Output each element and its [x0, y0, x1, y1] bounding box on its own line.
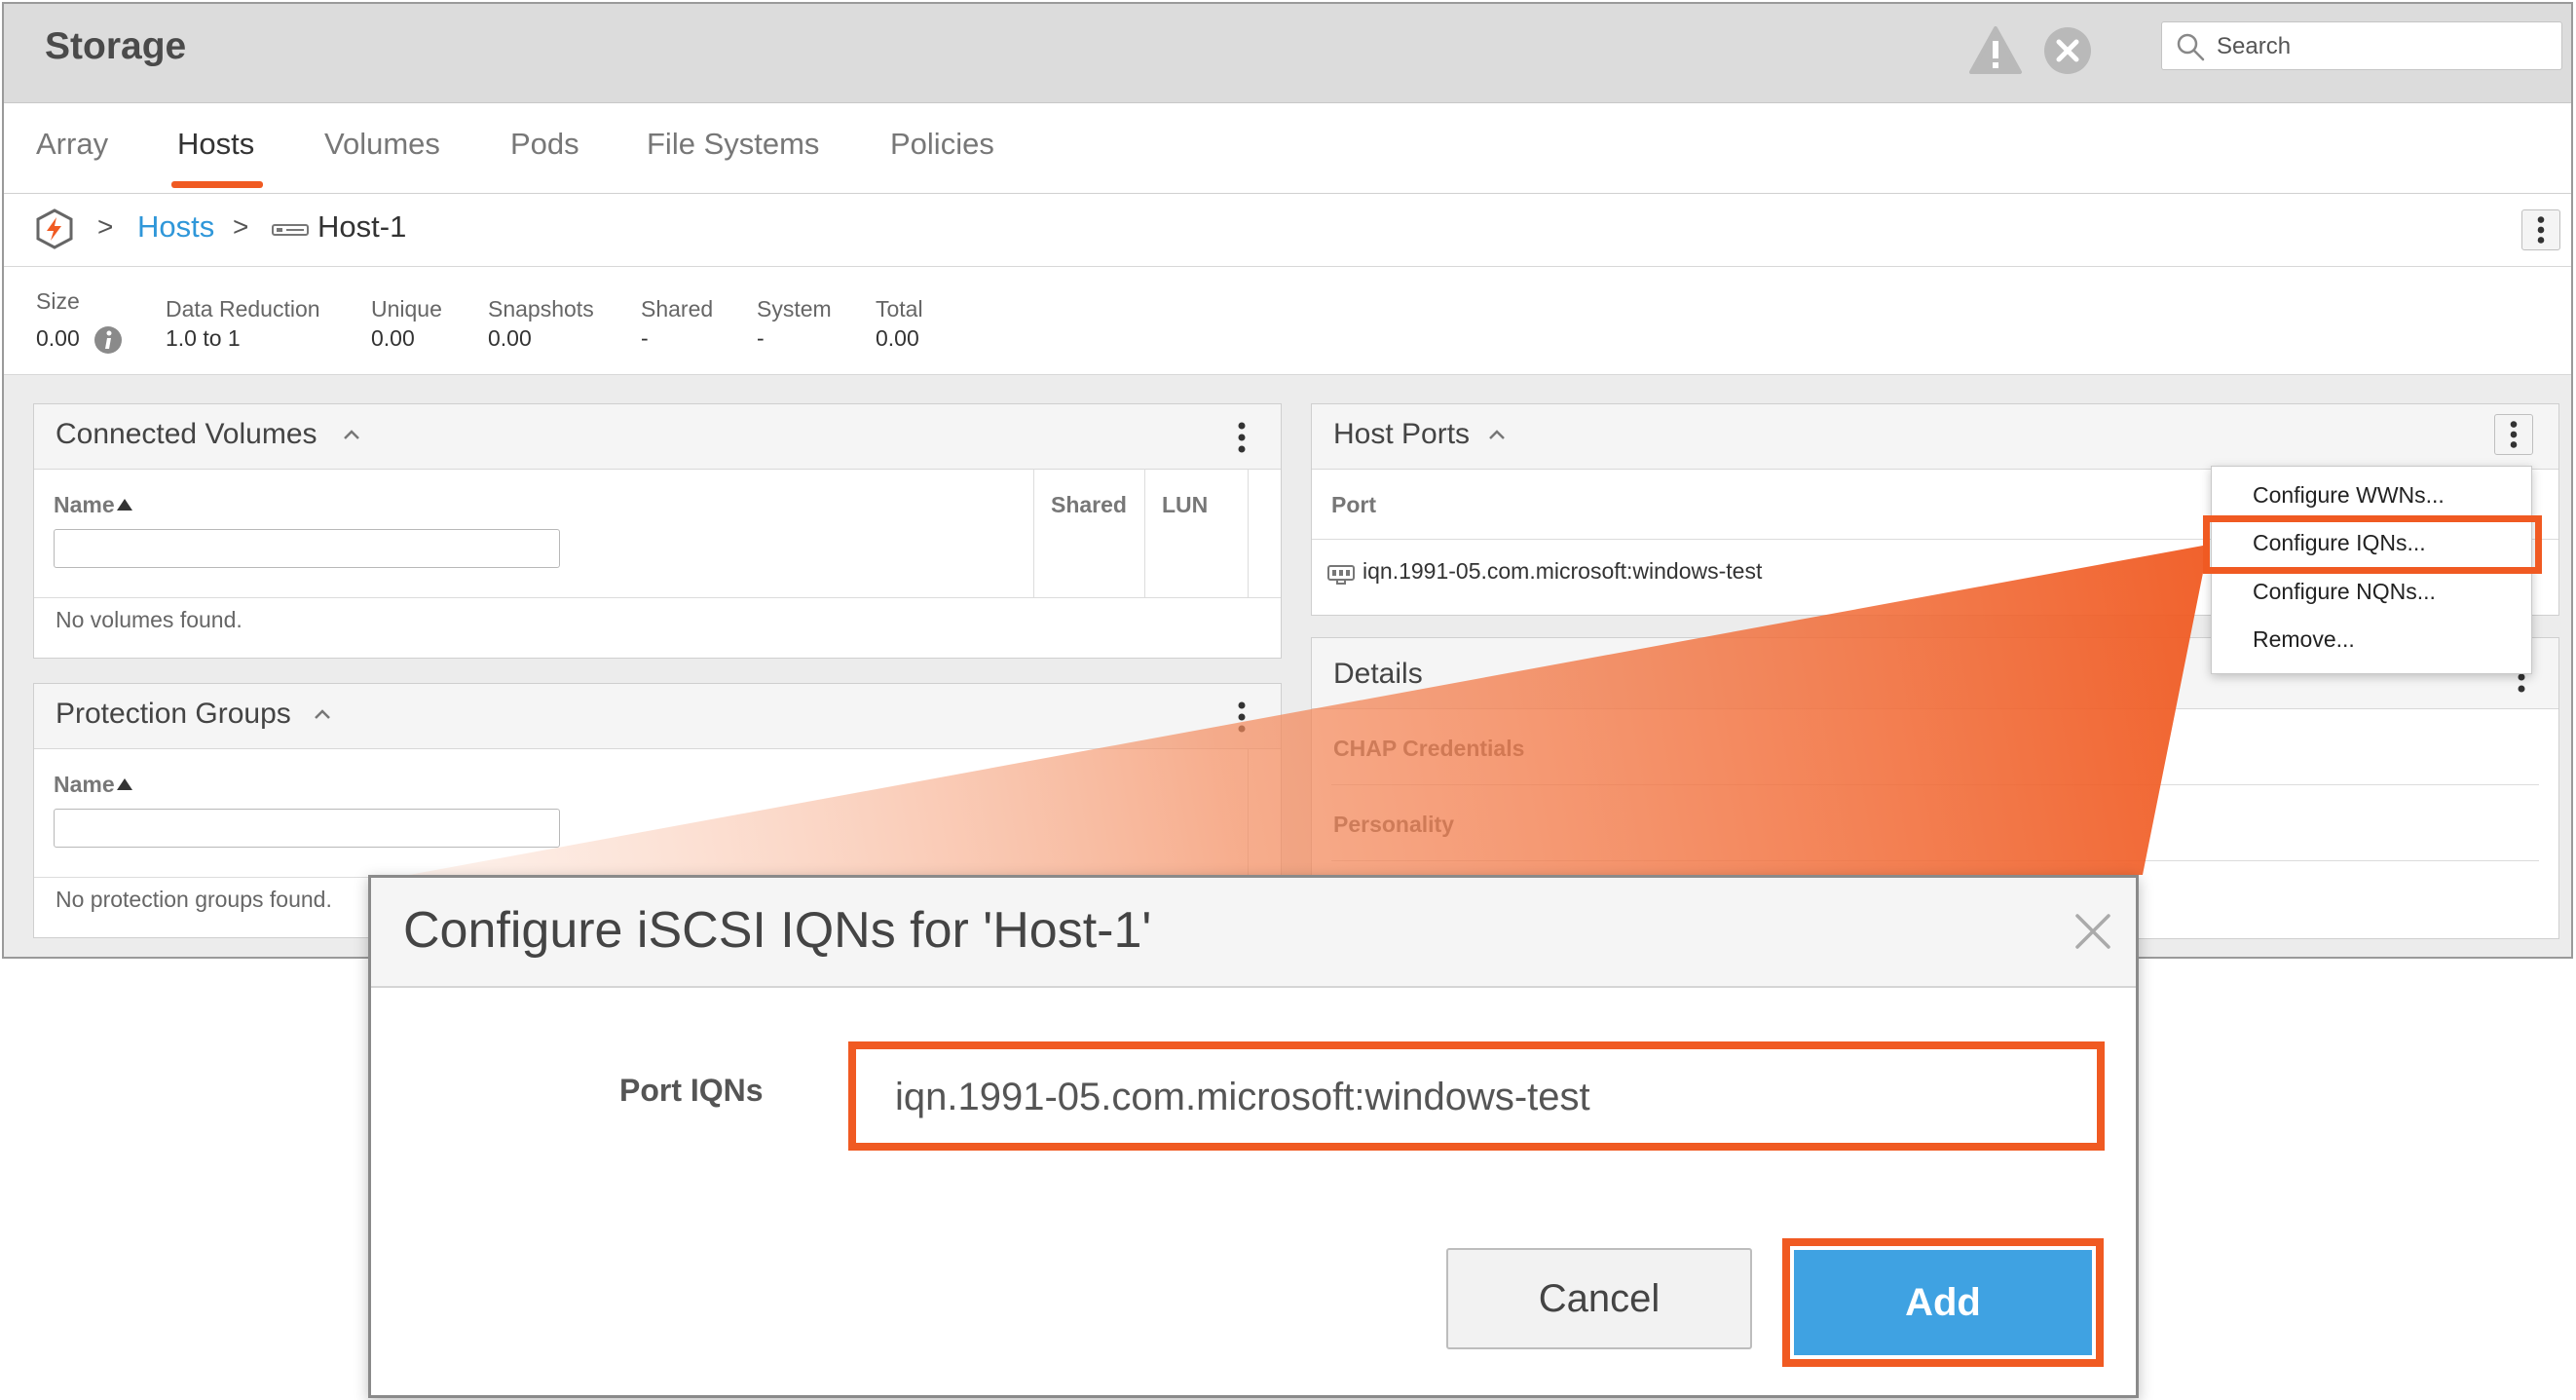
menu-item-remove[interactable]: Remove... [2253, 626, 2355, 653]
iqn-port-icon [1327, 565, 1355, 585]
host-icon [272, 224, 309, 236]
alert-triangle-icon[interactable] [1968, 25, 2023, 76]
tab-volumes[interactable]: Volumes [324, 127, 440, 162]
more-vertical-icon [2510, 421, 2518, 448]
connected-volumes-more-button[interactable] [1232, 418, 1251, 457]
details-divider [1331, 784, 2539, 785]
column-header-lun[interactable]: LUN [1162, 492, 1208, 518]
stat-value-system: - [757, 325, 765, 351]
chevron-up-icon[interactable] [342, 428, 361, 441]
configure-iqns-highlight [2203, 515, 2542, 574]
port-iqn-value: iqn.1991-05.com.microsoft:windows-test [1363, 558, 1763, 584]
details-personality[interactable]: Personality [1333, 812, 1454, 838]
stat-value-size: 0.00 [36, 325, 80, 351]
tab-pods[interactable]: Pods [510, 127, 579, 162]
chevron-up-icon[interactable] [313, 707, 332, 721]
port-iqns-input[interactable] [893, 1067, 2066, 1127]
more-vertical-icon [2537, 216, 2545, 244]
search-icon [2177, 33, 2205, 61]
connected-volumes-panel: Connected Volumes Name Shared LUN No vol… [33, 403, 1282, 659]
add-button-highlight: Add [1782, 1238, 2104, 1367]
tab-hosts[interactable]: Hosts [177, 127, 254, 162]
page-more-button[interactable] [2521, 209, 2560, 250]
connected-volumes-title: Connected Volumes [56, 418, 317, 450]
stat-label-shared: Shared [641, 296, 714, 322]
sort-ascending-icon [116, 499, 132, 511]
info-icon[interactable] [93, 325, 123, 355]
pure-storage-logo-icon[interactable] [33, 208, 76, 250]
details-divider [1331, 860, 2539, 861]
column-header-name[interactable]: Name [54, 492, 132, 518]
host-space-stats: Size Data Reduction Unique Snapshots Sha… [4, 267, 2571, 375]
column-header-shared[interactable]: Shared [1051, 492, 1127, 518]
port-iqns-field-highlight [848, 1041, 2105, 1151]
details-chap-credentials[interactable]: CHAP Credentials [1333, 736, 1524, 762]
stat-value-data-reduction: 1.0 to 1 [166, 325, 241, 351]
menu-item-configure-wwns[interactable]: Configure WWNs... [2253, 482, 2445, 509]
tab-bar: Array Hosts Volumes Pods File Systems Po… [4, 103, 2571, 194]
stat-value-unique: 0.00 [371, 325, 415, 351]
protection-groups-title: Protection Groups [56, 698, 291, 730]
search-input[interactable] [2215, 28, 2550, 65]
port-iqns-label: Port IQNs [619, 1073, 764, 1108]
column-divider [1248, 748, 1249, 877]
dialog-header: Configure iSCSI IQNs for 'Host-1' [371, 878, 2136, 988]
no-protection-groups-message: No protection groups found. [56, 887, 332, 912]
sort-ascending-icon [116, 778, 132, 790]
chevron-up-icon[interactable] [1487, 428, 1507, 441]
menu-item-configure-nqns[interactable]: Configure NQNs... [2253, 579, 2436, 605]
breadcrumb-hosts-link[interactable]: Hosts [137, 209, 214, 245]
breadcrumb-separator: > [97, 211, 114, 242]
add-button[interactable]: Add [1794, 1250, 2092, 1355]
protection-groups-header[interactable]: Protection Groups [34, 684, 1281, 749]
configure-iqns-dialog: Configure iSCSI IQNs for 'Host-1' Port I… [368, 875, 2139, 1398]
protection-groups-more-button[interactable] [1232, 698, 1251, 737]
top-bar: Storage [4, 4, 2571, 103]
protection-group-name-filter-input[interactable] [54, 809, 560, 848]
breadcrumb-separator: > [233, 211, 249, 242]
column-divider [1033, 469, 1034, 597]
search-box[interactable] [2161, 21, 2562, 70]
stat-label-total: Total [876, 296, 923, 322]
no-volumes-message: No volumes found. [56, 607, 243, 632]
host-ports-title: Host Ports [1333, 418, 1471, 450]
table-divider [34, 597, 1281, 598]
breadcrumb-current-host: Host-1 [317, 209, 407, 244]
stat-label-system: System [757, 296, 832, 322]
cancel-button[interactable]: Cancel [1446, 1248, 1752, 1349]
dialog-title: Configure iSCSI IQNs for 'Host-1' [403, 902, 1152, 959]
stat-label-data-reduction: Data Reduction [166, 296, 320, 322]
connected-volumes-header[interactable]: Connected Volumes [34, 404, 1281, 470]
volume-name-filter-input[interactable] [54, 529, 560, 568]
details-title: Details [1333, 658, 1423, 690]
column-header-name[interactable]: Name [54, 772, 132, 798]
stat-value-total: 0.00 [876, 325, 919, 351]
close-icon[interactable] [2072, 910, 2114, 953]
tab-file-systems[interactable]: File Systems [647, 127, 819, 162]
host-ports-more-button[interactable] [2494, 414, 2533, 455]
storage-app-window: Storage Array Hosts Volumes Pods File Sy… [2, 2, 2573, 959]
column-divider [1248, 469, 1249, 597]
tab-array[interactable]: Array [36, 127, 108, 162]
stat-value-shared: - [641, 325, 649, 351]
host-ports-header[interactable]: Host Ports [1312, 404, 2558, 470]
stat-label-size: Size [36, 288, 80, 314]
stat-value-snapshots: 0.00 [488, 325, 532, 351]
column-divider [1144, 469, 1145, 597]
stat-label-unique: Unique [371, 296, 442, 322]
active-tab-indicator [171, 181, 263, 188]
stat-label-snapshots: Snapshots [488, 296, 594, 322]
app-title: Storage [45, 25, 187, 67]
tab-policies[interactable]: Policies [890, 127, 994, 162]
breadcrumb: > Hosts > Host-1 [4, 194, 2571, 267]
close-circle-icon[interactable] [2042, 25, 2093, 76]
